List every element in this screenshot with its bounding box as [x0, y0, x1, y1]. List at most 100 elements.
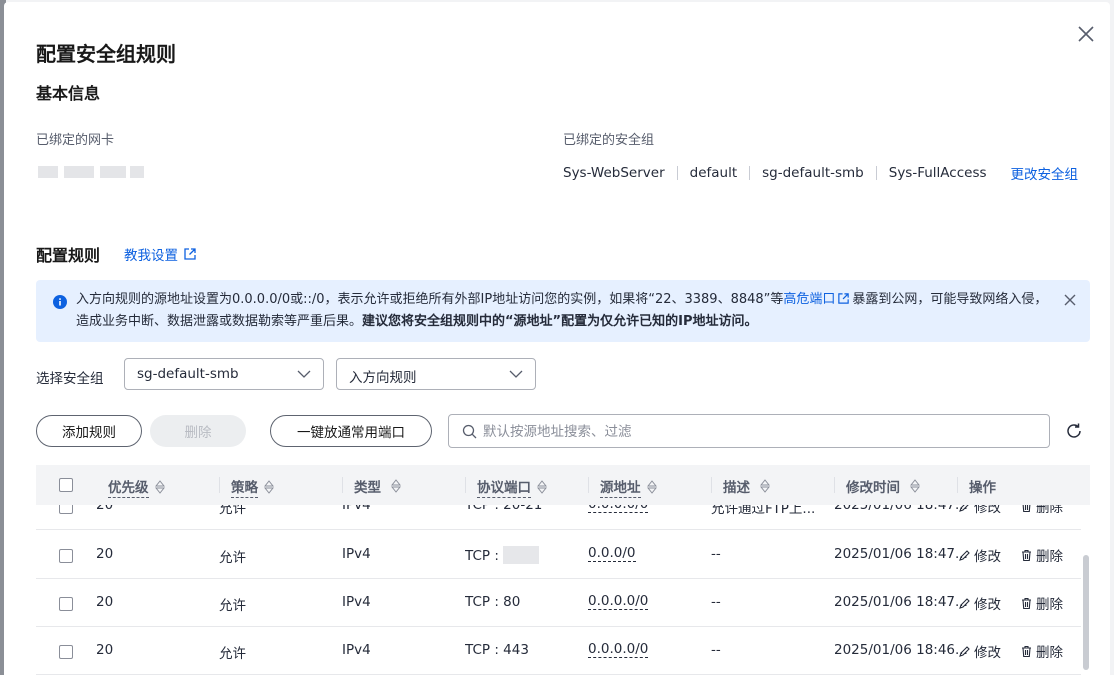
delete-label: 删除	[1036, 645, 1063, 661]
header-type[interactable]: 类型	[354, 476, 401, 496]
delete-action[interactable]: 删除	[1020, 545, 1063, 565]
search-input[interactable]	[481, 419, 1035, 445]
column-divider	[342, 477, 343, 493]
port-protocol: TCP :	[465, 548, 499, 564]
header-label: 修改时间	[846, 480, 900, 496]
select-sg-label: 选择安全组	[36, 371, 104, 387]
high-risk-ports-link[interactable]: 高危端口	[783, 292, 835, 307]
edit-action[interactable]: 修改	[958, 641, 1001, 661]
nic-value-masked	[36, 160, 146, 182]
sort-icon	[391, 479, 401, 493]
teach-me-link[interactable]: 教我设置	[124, 244, 197, 264]
cell-port: TCP : 443	[465, 642, 529, 658]
risk-alert: 入方向规则的源地址设置为0.0.0.0/0或::/0，表示允许或拒绝所有外部IP…	[36, 280, 1090, 342]
bound-security-groups: Sys-WebServer default sg-default-smb Sys…	[563, 163, 1078, 183]
select-all-checkbox[interactable]	[59, 478, 73, 492]
column-divider	[588, 477, 589, 493]
info-icon	[53, 295, 67, 309]
sort-icon	[646, 480, 657, 494]
external-link-icon	[838, 293, 850, 304]
open-common-ports-button[interactable]: 一键放通常用端口	[270, 415, 432, 447]
header-description[interactable]: 描述	[723, 476, 770, 496]
header-source[interactable]: 源地址	[600, 476, 657, 498]
column-divider	[957, 477, 958, 493]
row-checkbox[interactable]	[59, 549, 73, 563]
delete-button[interactable]: 删除	[150, 415, 246, 447]
sort-icon	[264, 480, 274, 494]
alert-text: 入方向规则的源地址设置为0.0.0.0/0或::/0，表示允许或拒绝所有外部IP…	[76, 289, 1056, 333]
cell-source[interactable]: 0.0.0.0/0	[588, 642, 649, 658]
teach-me-label: 教我设置	[124, 248, 178, 264]
dialog-title: 配置安全组规则	[36, 42, 176, 66]
delete-action[interactable]: 删除	[1020, 593, 1063, 613]
cell-modified: 2025/01/06 18:47...	[834, 594, 968, 610]
cell-type: IPv4	[342, 642, 371, 658]
table-scrollbar[interactable]	[1083, 555, 1089, 670]
table-row: 20 允许 IPv4 TCP : 443 0.0.0.0/0 -- 2025/0…	[36, 626, 1081, 675]
edit-icon	[959, 597, 970, 609]
edit-label: 修改	[974, 645, 1001, 661]
table-header: 优先级 策略 类型 协议端口 源地址 描述 修改时间 操作	[36, 465, 1090, 505]
trash-icon	[1022, 549, 1031, 561]
row-checkbox[interactable]	[59, 597, 73, 611]
cell-priority: 20	[96, 642, 114, 658]
header-label: 源地址	[600, 476, 641, 498]
header-label: 类型	[354, 480, 381, 496]
delete-action[interactable]: 删除	[1020, 641, 1063, 661]
table-row: 20 允许 IPv4 TCP : 80 0.0.0.0/0 -- 2025/01…	[36, 578, 1081, 627]
sg-name: sg-default-smb	[762, 165, 864, 181]
chevron-down-icon	[297, 370, 311, 378]
sg-name: Sys-WebServer	[563, 165, 665, 181]
header-operation: 操作	[969, 476, 996, 496]
row-checkbox[interactable]	[59, 645, 73, 659]
sg-name: Sys-FullAccess	[888, 165, 987, 181]
refresh-icon[interactable]	[1064, 421, 1084, 441]
nic-label: 已绑定的网卡	[36, 133, 115, 148]
cell-priority: 20	[96, 546, 114, 562]
trash-icon	[1022, 645, 1031, 657]
change-sg-link[interactable]: 更改安全组	[1011, 163, 1079, 183]
column-divider	[219, 477, 220, 493]
cell-action: 允许	[219, 550, 246, 566]
rules-table: 20 允许 IPv4 TCP : 20-21 0.0.0.0/0 允许通过FTP…	[36, 465, 1090, 675]
close-icon[interactable]	[1074, 22, 1098, 46]
header-protocol-port[interactable]: 协议端口	[477, 476, 547, 498]
delete-label: 删除	[1036, 597, 1063, 613]
search-icon	[462, 424, 477, 439]
divider	[676, 166, 678, 180]
cell-source[interactable]: 0.0.0.0/0	[588, 594, 649, 610]
header-label: 优先级	[108, 476, 149, 498]
sort-icon	[910, 479, 920, 493]
trash-icon	[1022, 597, 1031, 609]
column-divider	[711, 477, 712, 493]
cell-type: IPv4	[342, 594, 371, 610]
masked-port	[503, 546, 540, 564]
header-modified[interactable]: 修改时间	[846, 476, 920, 496]
cell-description: --	[711, 642, 721, 658]
divider	[875, 166, 877, 180]
cell-action: 允许	[219, 598, 246, 614]
header-priority[interactable]: 优先级	[108, 476, 165, 498]
sort-icon	[537, 480, 547, 494]
edit-icon	[959, 645, 970, 657]
security-group-select[interactable]: sg-default-smb	[124, 358, 324, 390]
selected-security-group: sg-default-smb	[137, 366, 239, 382]
cell-source[interactable]: 0.0.0/0	[588, 546, 636, 562]
configure-sg-rules-dialog: 配置安全组规则 基本信息 已绑定的网卡 已绑定的安全组 Sys-WebServe…	[4, 2, 1110, 675]
direction-select[interactable]: 入方向规则	[336, 358, 536, 390]
cell-action: 允许	[219, 646, 246, 662]
edit-action[interactable]: 修改	[958, 593, 1001, 613]
sg-label: 已绑定的安全组	[563, 133, 655, 148]
edit-action[interactable]: 修改	[958, 545, 1001, 565]
chevron-down-icon	[509, 370, 523, 378]
header-label: 操作	[969, 480, 996, 496]
cell-modified: 2025/01/06 18:46...	[834, 642, 968, 658]
edit-label: 修改	[974, 597, 1001, 613]
delete-label: 删除	[1036, 549, 1063, 565]
alert-close-icon[interactable]	[1062, 292, 1078, 308]
header-label: 协议端口	[477, 476, 531, 498]
header-action[interactable]: 策略	[231, 476, 274, 498]
edit-label: 修改	[974, 549, 1001, 565]
header-label: 描述	[723, 480, 750, 496]
add-rule-button[interactable]: 添加规则	[36, 415, 142, 447]
